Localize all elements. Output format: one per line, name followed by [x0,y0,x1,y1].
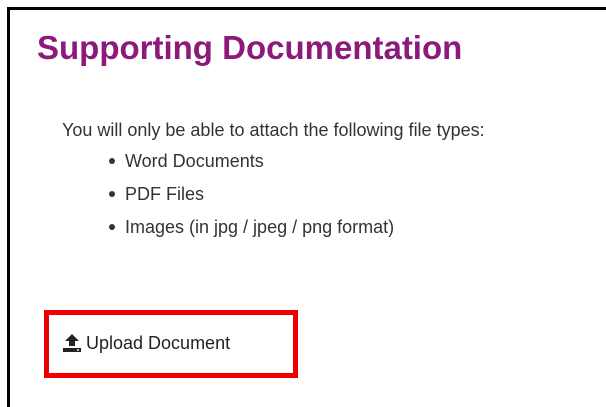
bullet-icon [109,191,115,197]
list-item: Word Documents [105,149,394,182]
upload-icon [62,333,82,353]
file-type-label: PDF Files [125,184,205,204]
upload-button-label: Upload Document [86,333,231,353]
file-type-label: Images (in jpg / jpeg / png format) [125,217,395,237]
list-item: PDF Files [105,182,394,215]
page-title: Supporting Documentation [37,29,463,66]
upload-document-button[interactable]: Upload Document [62,329,230,357]
list-item: Images (in jpg / jpeg / png format) [105,215,394,248]
bullet-icon [109,158,115,164]
file-type-label: Word Documents [125,151,264,171]
file-types-list: Word Documents PDF Files Images (in jpg … [105,149,394,248]
file-types-intro: You will only be able to attach the foll… [62,120,485,140]
bullet-icon [109,224,115,230]
